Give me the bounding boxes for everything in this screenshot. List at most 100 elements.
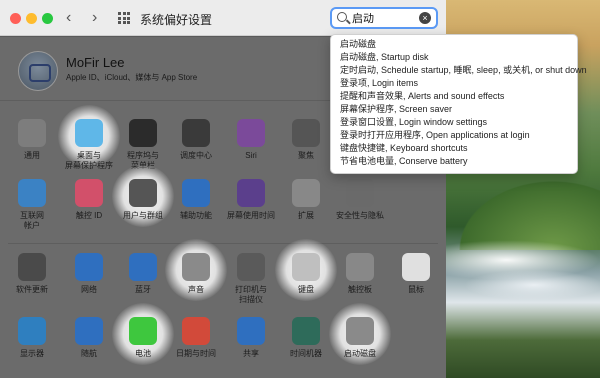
pref-pane-label: 安全性与隐私: [336, 211, 384, 220]
profile-subtitle: Apple ID、iCloud、媒体与 App Store: [66, 73, 198, 82]
network-icon: [75, 253, 103, 281]
pref-pane-label: 网络: [81, 285, 97, 294]
search-suggestion-item[interactable]: 定时启动, Schedule startup, 睡眠, sleep, 或关机, …: [331, 64, 587, 77]
profile-name: MoFir Lee: [66, 55, 125, 70]
pref-pane-software-update[interactable]: 软件更新: [4, 253, 60, 313]
accessibility-icon: [182, 179, 210, 207]
clear-search-icon[interactable]: ×: [419, 12, 431, 24]
pref-pane-users-groups[interactable]: 用户与群组: [115, 179, 171, 239]
touch-id-icon: [75, 179, 103, 207]
search-suggestion-item[interactable]: 启动磁盘: [331, 38, 577, 51]
pref-pane-label: 调度中心: [180, 151, 212, 160]
sharing-icon: [237, 317, 265, 345]
close-window-button[interactable]: [10, 13, 21, 24]
search-suggestion-item[interactable]: 登录窗口设置, Login window settings: [331, 116, 577, 129]
pref-pane-keyboard[interactable]: 键盘: [278, 253, 334, 313]
search-suggestions-dropdown: 启动磁盘 启动磁盘, Startup disk 定时启动, Schedule sta…: [330, 34, 587, 174]
search-suggestion-item[interactable]: 节省电池电量, Conserve battery: [331, 155, 577, 168]
search-suggestion-item[interactable]: 屏幕保护程序, Screen saver: [331, 103, 577, 116]
pref-pane-label: 鼠标: [408, 285, 424, 294]
sidecar-icon: [75, 317, 103, 345]
title-bar: ‹ › 系统偏好设置 ×: [0, 0, 446, 36]
show-all-grid-icon[interactable]: [118, 12, 130, 24]
pref-pane-label: 显示器: [20, 349, 44, 358]
pref-pane-sound[interactable]: 声音: [168, 253, 224, 313]
pref-pane-date-time[interactable]: 日期与时间: [168, 317, 224, 377]
search-suggestion-item[interactable]: 键盘快捷键, Keyboard shortcuts: [331, 142, 577, 155]
pref-pane-label: 聚焦: [298, 151, 314, 160]
printer-icon: [237, 253, 265, 281]
pref-pane-extensions[interactable]: 扩展: [278, 179, 334, 239]
pref-pane-label: 互联网 帐户: [20, 211, 44, 230]
search-input[interactable]: [352, 10, 422, 26]
pref-pane-label: 打印机与 扫描仪: [235, 285, 267, 304]
pref-pane-mouse[interactable]: 鼠标: [388, 253, 444, 313]
search-field[interactable]: ×: [330, 7, 438, 29]
spotlight-icon: [292, 119, 320, 147]
pref-pane-siri[interactable]: Siri: [223, 119, 279, 179]
pref-pane-screen-time[interactable]: 屏幕使用时间: [223, 179, 279, 239]
pref-pane-label: 用户与群组: [123, 211, 163, 220]
search-suggestion-item[interactable]: 提醒和声音效果, Alerts and sound effects: [331, 90, 577, 103]
date-time-icon: [182, 317, 210, 345]
avatar: [18, 51, 58, 91]
battery-icon: [129, 317, 157, 345]
pref-pane-label: 共享: [243, 349, 259, 358]
pref-pane-label: 启动磁盘: [344, 349, 376, 358]
pref-pane-label: 屏幕使用时间: [227, 211, 275, 220]
pref-pane-touch-id[interactable]: 触控 ID: [61, 179, 117, 239]
pref-pane-label: 软件更新: [16, 285, 48, 294]
general-icon: [18, 119, 46, 147]
pref-pane-battery[interactable]: 电池: [115, 317, 171, 377]
pref-pane-accessibility[interactable]: 辅助功能: [168, 179, 224, 239]
pref-pane-label: 桌面与 屏幕保护程序: [65, 151, 113, 170]
pref-pane-label: 电池: [135, 349, 151, 358]
pref-pane-security[interactable]: 安全性与隐私: [332, 179, 388, 239]
search-suggestion-item[interactable]: 登录项, Login items: [331, 77, 577, 90]
dock-icon: [129, 119, 157, 147]
pref-pane-mission-control[interactable]: 调度中心: [168, 119, 224, 179]
search-suggestion-item[interactable]: 启动磁盘, Startup disk: [331, 51, 577, 64]
pref-pane-label: 时间机器: [290, 349, 322, 358]
pref-pane-label: 日期与时间: [176, 349, 216, 358]
back-button[interactable]: ‹: [66, 8, 71, 28]
pref-pane-desktop-screensaver[interactable]: 桌面与 屏幕保护程序: [61, 119, 117, 179]
pref-pane-label: 扩展: [298, 211, 314, 220]
pref-pane-internet-accounts[interactable]: 互联网 帐户: [4, 179, 60, 239]
pref-pane-network[interactable]: 网络: [61, 253, 117, 313]
startup-disk-icon: [346, 317, 374, 345]
search-icon: [337, 12, 347, 22]
pref-pane-label: 触控板: [348, 285, 372, 294]
mouse-icon: [402, 253, 430, 281]
desktop-screensaver-icon: [75, 119, 103, 147]
pref-pane-sidecar[interactable]: 随航: [61, 317, 117, 377]
screen-time-icon: [237, 179, 265, 207]
sound-icon: [182, 253, 210, 281]
pref-pane-general[interactable]: 通用: [4, 119, 60, 179]
pref-pane-displays[interactable]: 显示器: [4, 317, 60, 377]
users-groups-icon: [129, 179, 157, 207]
trackpad-icon: [346, 253, 374, 281]
pref-pane-label: 辅助功能: [180, 211, 212, 220]
minimize-window-button[interactable]: [26, 13, 37, 24]
keyboard-icon: [292, 253, 320, 281]
search-suggestion-item[interactable]: 登录时打开应用程序, Open applications at login: [331, 129, 577, 142]
pref-pane-sharing[interactable]: 共享: [223, 317, 279, 377]
pref-pane-label: Siri: [245, 151, 257, 160]
security-icon: [346, 179, 374, 207]
pref-pane-label: 随航: [81, 349, 97, 358]
window-title: 系统偏好设置: [140, 13, 213, 27]
software-update-icon: [18, 253, 46, 281]
section-divider: [8, 243, 438, 244]
zoom-window-button[interactable]: [42, 13, 53, 24]
pref-pane-spotlight[interactable]: 聚焦: [278, 119, 334, 179]
mission-control-icon: [182, 119, 210, 147]
internet-accounts-icon: [18, 179, 46, 207]
extensions-icon: [292, 179, 320, 207]
pref-pane-time-machine[interactable]: 时间机器: [278, 317, 334, 377]
pref-pane-startup-disk[interactable]: 启动磁盘: [332, 317, 388, 377]
pref-pane-label: 声音: [188, 285, 204, 294]
pref-pane-label: 蓝牙: [135, 285, 151, 294]
forward-button[interactable]: ›: [92, 8, 97, 28]
pref-pane-printer[interactable]: 打印机与 扫描仪: [223, 253, 279, 313]
